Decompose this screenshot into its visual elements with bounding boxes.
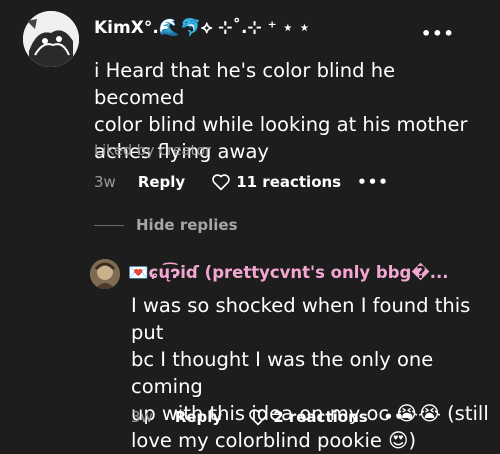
comment-username[interactable]: KimX°.🌊🐬⟡ ⊹˚.⊹ ⁺ ⋆ ⋆ [94, 18, 310, 38]
reply-actions: 3w Reply 2 reactions ••• [131, 408, 415, 426]
liked-by-creator-label: Liked by creator [94, 143, 212, 159]
hide-replies-button[interactable]: Hide replies [94, 216, 238, 234]
reply-avatar[interactable] [90, 259, 120, 289]
reply-button[interactable]: Reply [175, 408, 222, 426]
comment-timestamp: 3w [94, 173, 116, 191]
hide-replies-label: Hide replies [136, 216, 238, 234]
more-options-icon[interactable]: ••• [384, 408, 416, 426]
reactions-button[interactable]: 11 reactions [211, 173, 341, 191]
reactions-button[interactable]: 2 reactions [248, 408, 368, 426]
more-options-icon[interactable]: ••• [421, 24, 455, 43]
divider [94, 224, 124, 226]
comment-actions: 3w Reply 11 reactions ••• [94, 173, 389, 191]
reply-username[interactable]: 💌ɕų͡ɂiɗ (prettycvnt's only bbg�... [128, 263, 449, 283]
heart-icon [249, 409, 267, 426]
avatar-artwork-icon [23, 11, 79, 67]
reply-avatar-artwork-icon [90, 259, 120, 289]
reactions-count: 11 reactions [236, 173, 342, 191]
avatar[interactable] [23, 11, 79, 67]
more-options-icon[interactable]: ••• [357, 173, 389, 191]
heart-icon [212, 174, 230, 191]
reply-text: I was so shocked when I found this put b… [131, 294, 489, 452]
reply-button[interactable]: Reply [138, 173, 185, 191]
reactions-count: 2 reactions [273, 408, 368, 426]
reply-timestamp: 3w [131, 408, 153, 426]
